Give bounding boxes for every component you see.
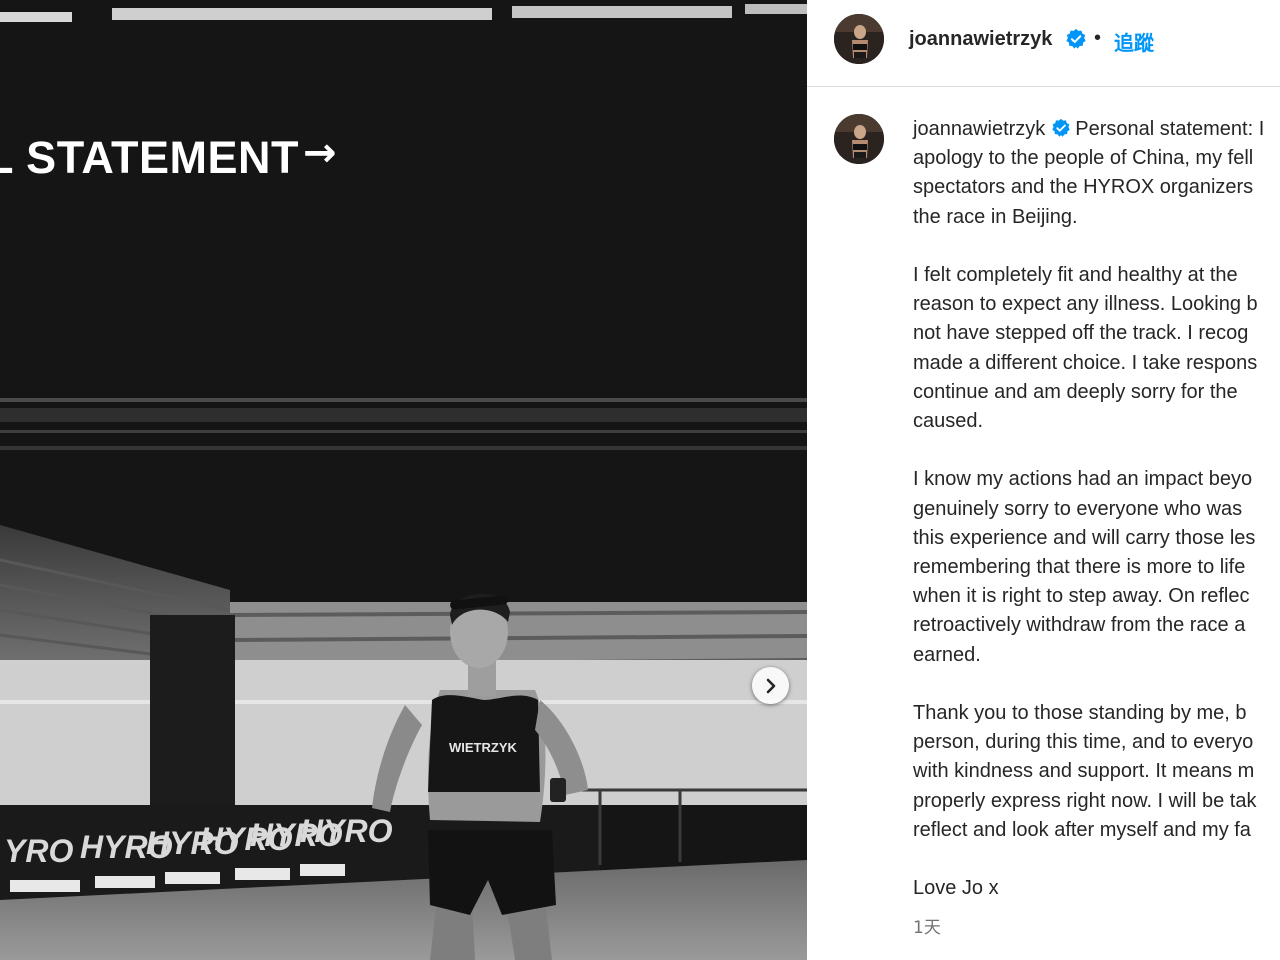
avatar-image xyxy=(834,14,884,64)
caption-line: Thank you to those standing by me, b xyxy=(913,702,1247,725)
post-panel: joannawietrzyk • 追蹤 joannawietrzyk Person… xyxy=(807,0,1280,960)
caption-line: reason to expect any illness. Looking b xyxy=(913,293,1258,316)
post-caption: joannawietrzyk Personal statement: I apol… xyxy=(913,115,1280,903)
caption-line: reflect and look after myself and my fa xyxy=(913,818,1251,841)
caption-line: made a different choice. I take respons xyxy=(913,351,1258,374)
caption-line: person, during this time, and to everyo xyxy=(913,731,1254,754)
post-timestamp[interactable]: 1天 xyxy=(913,913,941,938)
post-image[interactable]: WIETRZYK YRO HYRO HYRO HYRO HYRO HYRO L … xyxy=(0,0,807,960)
caption-line: this experience and will carry those les xyxy=(913,526,1256,549)
caption-signoff: Love Jo x xyxy=(913,877,999,900)
chevron-right-icon xyxy=(766,678,775,693)
caption-line: remembering that there is more to life xyxy=(913,556,1246,579)
caption-text: Personal statement: I xyxy=(1075,118,1265,140)
caption-line: I felt completely fit and healthy at the xyxy=(913,264,1238,286)
barrier-text-1: YRO xyxy=(4,833,73,869)
caption-line: retroactively withdraw from the race a xyxy=(913,614,1246,637)
statement-heading: L STATEMENT xyxy=(0,132,299,183)
separator-dot: • xyxy=(1094,27,1102,49)
verified-badge-icon xyxy=(1066,28,1086,49)
caption-line: genuinely sorry to everyone who was xyxy=(913,497,1243,520)
caption-line: caused. xyxy=(913,410,984,433)
caption-line: when it is right to step away. On reflec xyxy=(913,585,1250,608)
arrow-right-icon: → xyxy=(303,130,337,176)
next-slide-button[interactable] xyxy=(752,667,789,704)
header-username[interactable]: joannawietrzyk xyxy=(909,28,1052,51)
caption-line: not have stepped off the track. I recog xyxy=(913,322,1249,345)
verified-badge-icon xyxy=(1052,118,1071,137)
post-header: joannawietrzyk • 追蹤 xyxy=(807,0,1280,87)
caption-line: I know my actions had an impact beyo xyxy=(913,468,1253,491)
caption-line: earned. xyxy=(913,643,981,666)
barrier-text-6: HYRO xyxy=(300,813,393,849)
caption-line: apology to the people of China, my fell xyxy=(913,147,1254,170)
avatar[interactable] xyxy=(834,14,884,64)
caption-line: continue and am deeply sorry for the xyxy=(913,380,1238,403)
follow-button[interactable]: 追蹤 xyxy=(1114,27,1154,56)
caption-line: the race in Beijing. xyxy=(913,205,1078,228)
caption-username[interactable]: joannawietrzyk xyxy=(913,118,1045,140)
caption-line: with kindness and support. It means m xyxy=(913,760,1255,783)
avatar-image xyxy=(834,114,884,164)
caption-line: joannawietrzyk Personal statement: I xyxy=(913,115,1280,144)
jersey-text: WIETRZYK xyxy=(449,740,517,755)
caption-line: spectators and the HYROX organizers xyxy=(913,176,1254,199)
caption-avatar[interactable] xyxy=(834,114,884,164)
caption-line: properly express right now. I will be ta… xyxy=(913,789,1257,812)
